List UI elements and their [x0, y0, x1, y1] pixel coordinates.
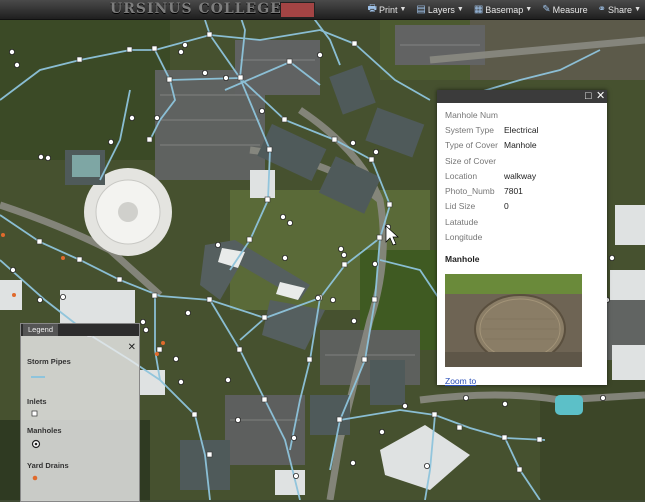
- print-label: Print: [378, 4, 398, 15]
- close-icon[interactable]: ✕: [128, 342, 136, 353]
- legend-item-yard-drains: Yard Drains: [27, 461, 69, 470]
- attribute-row: Longitude: [445, 229, 599, 244]
- share-icon: ⚭: [597, 4, 607, 15]
- popup-body: Manhole Num System Type Electrical Type o…: [437, 103, 607, 268]
- attribute-key: Photo_Numb: [445, 186, 495, 197]
- measure-button[interactable]: ✎ Measure: [542, 4, 587, 15]
- manhole-photo[interactable]: [445, 273, 582, 367]
- printer-icon: 🖶: [367, 3, 377, 14]
- attribute-key: Size of Cover: [445, 155, 497, 166]
- legend-header: Legend: [21, 324, 139, 336]
- attribute-row: System Type Electrical: [445, 122, 599, 137]
- legend-item-manholes: Manholes: [27, 426, 62, 435]
- attribute-key: Manhole Num: [445, 109, 498, 120]
- attribute-key: Lid Size: [445, 201, 476, 212]
- attribute-key: Latatude: [445, 216, 479, 227]
- attribute-row: Lid Size 0: [445, 199, 599, 214]
- attribute-row: Type of Cover Manhole: [445, 138, 599, 153]
- legend-tab[interactable]: Legend: [23, 324, 59, 336]
- zoom-to-link[interactable]: Zoom to: [445, 376, 476, 386]
- measure-label: Measure: [552, 4, 588, 15]
- close-icon[interactable]: ✕: [596, 90, 605, 103]
- storm-pipe-symbol-icon: [31, 376, 45, 378]
- attribute-value: 7801: [504, 186, 523, 197]
- attribute-key: Location: [445, 170, 478, 181]
- toolbar-tools: 🖶 Print ▼ ▤ Layers ▼ ▦ Basemap ▼ ✎ Measu…: [368, 0, 642, 19]
- attribute-row: Location walkway: [445, 168, 599, 183]
- chevron-down-icon: ▼: [399, 6, 407, 13]
- attribute-value: Electrical: [504, 124, 539, 135]
- legend-item-storm-pipes: Storm Pipes: [27, 357, 71, 366]
- basemap-grid-icon: ▦: [473, 4, 484, 15]
- yard-drain-symbol-icon: [32, 475, 38, 481]
- attribute-row: Size of Cover: [445, 153, 599, 168]
- ruler-icon: ✎: [542, 4, 551, 15]
- chevron-down-icon: ▼: [525, 6, 533, 13]
- layers-icon: ▤: [416, 4, 426, 15]
- chevron-down-icon: ▼: [634, 6, 641, 13]
- app-title: URSINUS COLLEGE: [110, 1, 282, 17]
- manhole-symbol-icon: [31, 439, 41, 449]
- attribute-row: Latatude: [445, 214, 599, 229]
- print-button[interactable]: 🖶 Print ▼: [368, 1, 407, 18]
- share-label: Share: [608, 4, 633, 15]
- legend-item-inlets: Inlets: [27, 397, 47, 406]
- attribute-value: 0: [504, 201, 509, 212]
- attribute-row: Manhole Num: [445, 107, 599, 122]
- popup-section-title: Manhole: [445, 253, 480, 264]
- attribute-value: Manhole: [504, 140, 537, 151]
- share-button[interactable]: ⚭ Share ▼: [598, 4, 641, 15]
- layers-label: Layers: [427, 4, 455, 15]
- layers-button[interactable]: ▤ Layers ▼: [416, 4, 463, 15]
- attribute-row: Photo_Numb 7801: [445, 183, 599, 198]
- chevron-down-icon: ▼: [456, 6, 464, 13]
- basemap-button[interactable]: ▦ Basemap ▼: [474, 4, 532, 15]
- popup-header: □ ✕: [437, 90, 607, 103]
- legend-panel: Legend ✕ Storm Pipes Inlets Manholes Yar…: [20, 323, 140, 502]
- attribute-key: Type of Cover: [445, 140, 498, 151]
- attribute-key: Longitude: [445, 232, 483, 243]
- attribute-value: walkway: [504, 170, 537, 181]
- feature-popup: □ ✕ Manhole Num System Type Electrical Ty…: [437, 90, 607, 385]
- top-toolbar: URSINUS COLLEGE 🖶 Print ▼ ▤ Layers ▼ ▦ B…: [0, 0, 645, 20]
- color-swatch[interactable]: [280, 2, 315, 18]
- maximize-icon[interactable]: □: [585, 90, 592, 103]
- attribute-key: System Type: [445, 124, 494, 135]
- inlet-symbol-icon: [31, 410, 38, 417]
- basemap-label: Basemap: [485, 4, 524, 15]
